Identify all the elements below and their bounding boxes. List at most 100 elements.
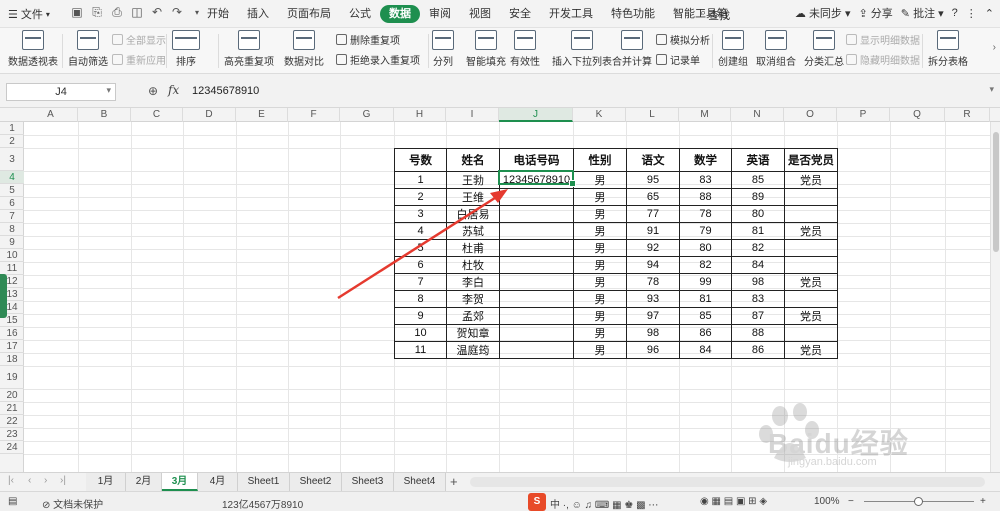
table-cell[interactable]: 88 — [731, 324, 785, 342]
table-cell[interactable]: 93 — [626, 290, 680, 308]
table-cell[interactable]: 85 — [679, 307, 732, 325]
more-icon[interactable]: ⋮ — [966, 7, 977, 20]
table-cell[interactable]: 党员 — [784, 171, 838, 189]
table-cell[interactable]: 杜牧 — [446, 256, 500, 274]
reject-duplicates-button[interactable]: 拒绝录入重复项 — [336, 52, 420, 67]
table-cell[interactable]: 79 — [679, 222, 732, 240]
table-cell[interactable]: 5 — [394, 239, 447, 257]
table-cell[interactable]: 83 — [731, 290, 785, 308]
table-cell[interactable]: 98 — [731, 273, 785, 291]
column-header-J[interactable]: J — [499, 108, 573, 122]
table-header-cell[interactable]: 英语 — [731, 148, 785, 172]
split-column-button[interactable]: 分列 — [432, 30, 454, 68]
table-cell[interactable] — [784, 290, 838, 308]
column-header-M[interactable]: M — [679, 108, 731, 122]
sogou-ime-icon[interactable]: S — [528, 493, 546, 511]
tab-5[interactable]: 审阅 — [420, 5, 460, 23]
macro-icon[interactable]: ▤ — [8, 496, 17, 507]
row-header-24[interactable]: 24 — [0, 441, 24, 454]
side-panel-handle[interactable] — [0, 274, 7, 318]
row-header-16[interactable]: 16 — [0, 327, 24, 340]
row-header-18[interactable]: 18 — [0, 353, 24, 366]
table-cell[interactable]: 男 — [573, 256, 627, 274]
record-form-button[interactable]: 记录单 — [656, 52, 700, 67]
row-header-2[interactable]: 2 — [0, 135, 24, 148]
table-cell[interactable] — [499, 307, 574, 325]
column-header-G[interactable]: G — [340, 108, 394, 122]
table-cell[interactable] — [499, 256, 574, 274]
table-cell[interactable] — [499, 273, 574, 291]
table-cell[interactable]: 11 — [394, 341, 447, 359]
table-cell[interactable]: 89 — [731, 188, 785, 206]
column-header-A[interactable]: A — [24, 108, 78, 122]
highlight-duplicates-button[interactable]: 高亮重复项 — [224, 30, 274, 68]
print-icon[interactable]: ⎙ — [110, 5, 124, 19]
column-header-O[interactable]: O — [784, 108, 837, 122]
table-cell[interactable]: 80 — [731, 205, 785, 223]
sheet-tab-0[interactable]: 1月 — [86, 473, 126, 491]
row-header-9[interactable]: 9 — [0, 236, 24, 249]
scroll-thumb[interactable] — [993, 132, 999, 252]
table-cell[interactable]: 83 — [679, 171, 732, 189]
fx-icon[interactable]: fx — [168, 83, 179, 97]
table-cell[interactable]: 男 — [573, 239, 627, 257]
ime-chinese-icon[interactable]: 中 ·, ☺ ♫ ⌨ ▦ ♚ ▩ ⋯ — [550, 496, 658, 511]
table-cell[interactable]: 82 — [731, 239, 785, 257]
table-cell[interactable]: 92 — [626, 239, 680, 257]
expand-formula-icon[interactable]: ▾ — [989, 84, 994, 95]
show-all-button[interactable]: 全部显示 — [112, 32, 166, 47]
table-cell[interactable]: 87 — [731, 307, 785, 325]
prev-sheet-icon[interactable]: ‹ — [28, 475, 31, 486]
tab-9[interactable]: 特色功能 — [602, 5, 664, 23]
table-cell[interactable]: 男 — [573, 324, 627, 342]
row-header-3[interactable]: 3 — [0, 148, 24, 171]
table-cell[interactable]: 党员 — [784, 222, 838, 240]
tab-2[interactable]: 页面布局 — [278, 5, 340, 23]
table-header-cell[interactable]: 姓名 — [446, 148, 500, 172]
table-cell[interactable]: 80 — [679, 239, 732, 257]
subtotal-button[interactable]: 分类汇总 — [804, 30, 844, 68]
sheet-tab-7[interactable]: Sheet4 — [394, 473, 446, 491]
sheet-tab-5[interactable]: Sheet2 — [290, 473, 342, 491]
sheet-tab-4[interactable]: Sheet1 — [238, 473, 290, 491]
table-cell[interactable]: 男 — [573, 341, 627, 359]
table-cell[interactable]: 12345678910 — [499, 171, 574, 189]
table-cell[interactable] — [784, 205, 838, 223]
table-cell[interactable]: 杜甫 — [446, 239, 500, 257]
ungroup-button[interactable]: 取消组合 — [756, 30, 796, 68]
name-box[interactable]: J4 ▾ — [6, 83, 116, 101]
view-mode-icons[interactable]: ◉ ▦ ▤ ▣ ⊞ ◈ — [700, 496, 767, 507]
delete-duplicates-button[interactable]: 删除重复项 — [336, 32, 400, 47]
column-header-N[interactable]: N — [731, 108, 784, 122]
table-cell[interactable]: 苏轼 — [446, 222, 500, 240]
table-cell[interactable] — [499, 324, 574, 342]
tab-6[interactable]: 视图 — [460, 5, 500, 23]
print-preview-icon[interactable]: ◫ — [130, 5, 144, 19]
last-sheet-icon[interactable]: ›| — [60, 475, 66, 486]
split-table-button[interactable]: 拆分表格 — [928, 30, 968, 68]
first-sheet-icon[interactable]: |‹ — [8, 475, 14, 486]
zoom-out-icon[interactable]: − — [848, 496, 854, 507]
tab-3[interactable]: 公式 — [340, 5, 380, 23]
table-cell[interactable]: 白居易 — [446, 205, 500, 223]
search-box[interactable]: ⌕ 查找 — [700, 7, 730, 23]
table-header-cell[interactable]: 性别 — [573, 148, 627, 172]
table-cell[interactable]: 82 — [679, 256, 732, 274]
table-cell[interactable]: 王勃 — [446, 171, 500, 189]
table-cell[interactable] — [499, 188, 574, 206]
row-header-7[interactable]: 7 — [0, 210, 24, 223]
table-cell[interactable] — [499, 205, 574, 223]
tab-8[interactable]: 开发工具 — [540, 5, 602, 23]
table-cell[interactable]: 10 — [394, 324, 447, 342]
row-header-20[interactable]: 20 — [0, 389, 24, 402]
table-cell[interactable]: 3 — [394, 205, 447, 223]
table-header-cell[interactable]: 电话号码 — [499, 148, 574, 172]
column-header-Q[interactable]: Q — [890, 108, 945, 122]
table-header-cell[interactable]: 语文 — [626, 148, 680, 172]
sheet-tab-6[interactable]: Sheet3 — [342, 473, 394, 491]
table-cell[interactable]: 男 — [573, 205, 627, 223]
table-cell[interactable]: 81 — [731, 222, 785, 240]
merge-calc-button[interactable]: 合并计算 — [612, 30, 652, 68]
column-header-R[interactable]: R — [945, 108, 990, 122]
table-cell[interactable]: 6 — [394, 256, 447, 274]
